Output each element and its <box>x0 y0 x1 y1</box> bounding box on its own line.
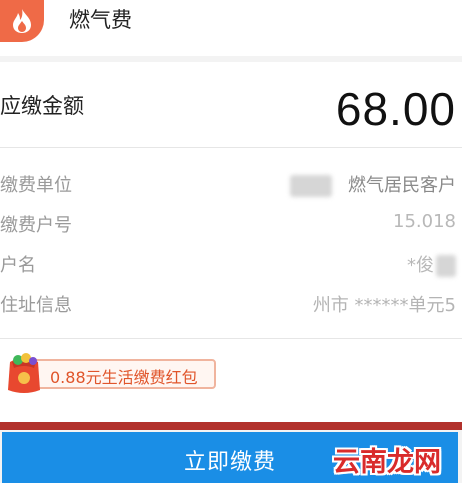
bill-card: 应缴金额 68.00 缴费单位 燃气居民客户 缴费户号 15.018 户名 *俊… <box>0 62 462 422</box>
watermark: 云南龙网 <box>333 446 441 478</box>
info-row-account: 缴费户号 15.018 <box>0 211 462 241</box>
red-packet-icon <box>4 352 44 396</box>
info-row-address: 住址信息 州市 ******单元5 <box>0 291 462 321</box>
redacted-block <box>436 255 456 277</box>
divider <box>0 147 462 148</box>
row-value: 燃气居民客户 <box>290 171 456 197</box>
redacted-block <box>290 175 332 197</box>
page-title: 燃气费 <box>69 8 132 32</box>
row-value: 州市 ******单元5 <box>312 295 456 316</box>
divider <box>0 338 462 339</box>
info-row-unit: 缴费单位 燃气居民客户 <box>0 171 462 201</box>
row-label: 缴费单位 <box>0 175 72 196</box>
coupon-badge[interactable]: 0.88元生活缴费红包 <box>4 352 216 394</box>
amount-value: 68.00 <box>335 83 456 135</box>
row-label: 户名 <box>0 255 36 276</box>
row-value: 15.018 <box>393 211 456 232</box>
info-row-name: 户名 *俊 <box>0 251 462 281</box>
row-value: *俊 <box>407 251 456 277</box>
amount-label: 应缴金额 <box>0 94 84 118</box>
accent-strip <box>0 422 462 430</box>
flame-icon <box>0 0 44 42</box>
row-label: 住址信息 <box>0 295 72 316</box>
coupon-text: 0.88元生活缴费红包 <box>50 368 198 387</box>
row-label: 缴费户号 <box>0 215 72 236</box>
header-bar: 燃气费 <box>0 0 462 56</box>
